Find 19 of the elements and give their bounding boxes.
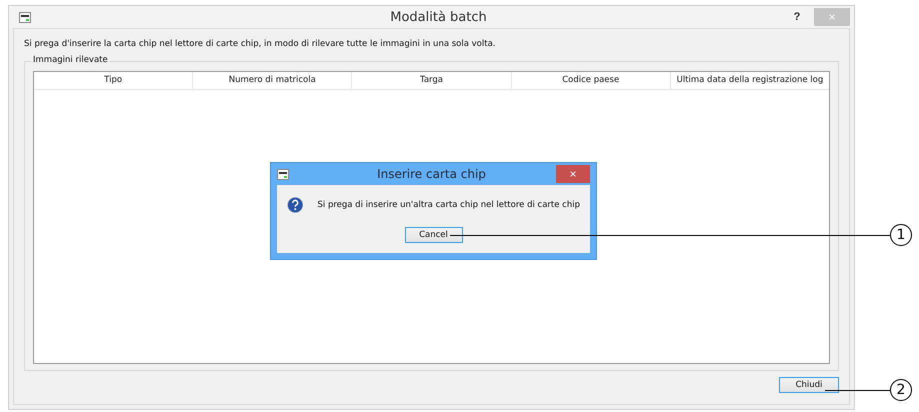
column-header[interactable]: Codice paese <box>512 72 671 89</box>
dialog-message: Si prega di inserire un'altra carta chip nel lettore di carte chip <box>317 200 580 210</box>
column-header[interactable]: Targa <box>352 72 512 89</box>
column-header[interactable]: Numero di matricola <box>193 72 352 89</box>
column-header[interactable]: Ultima data della registrazione log <box>670 72 830 89</box>
close-dialog-button[interactable]: Chiudi <box>779 377 839 393</box>
app-icon <box>277 168 289 180</box>
close-button[interactable]: × <box>556 165 590 183</box>
leader-line <box>825 390 890 391</box>
instruction-text: Si prega d'inserire la carta chip nel lettore di carte chip, in modo di rilevare tutte le immagini in una sola volta. <box>24 39 496 49</box>
help-button[interactable]: ? <box>786 8 808 26</box>
cancel-button[interactable]: Cancel <box>404 227 462 243</box>
callout-number: 1 <box>890 224 912 246</box>
dialog-title: Inserire carta chip <box>376 167 487 181</box>
window-title: Modalità batch <box>389 10 488 24</box>
app-icon <box>19 12 31 22</box>
callout-number: 2 <box>890 379 912 401</box>
group-label: Immagini rilevate <box>31 55 110 65</box>
column-header[interactable]: Tipo <box>34 72 194 89</box>
